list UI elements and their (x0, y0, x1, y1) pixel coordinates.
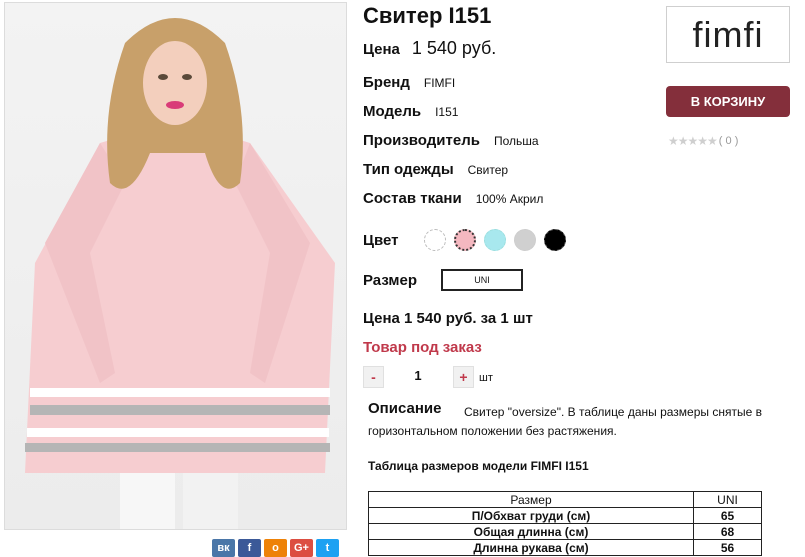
quantity-increase-button[interactable]: + (453, 366, 474, 388)
color-swatches (424, 229, 566, 251)
attribute-value: I151 (435, 105, 459, 119)
model-illustration (25, 18, 335, 529)
size-label: Размер (363, 272, 418, 289)
color-swatch-white[interactable] (424, 229, 446, 251)
color-swatch-grey[interactable] (514, 229, 536, 251)
price-label: Цена (363, 41, 400, 58)
twitter-icon[interactable]: t (316, 539, 339, 557)
quantity-decrease-button[interactable]: - (363, 366, 384, 388)
rating[interactable]: ★★★★★ ( 0 ) (668, 134, 738, 148)
color-swatch-pink[interactable] (454, 229, 476, 251)
facebook-icon[interactable]: f (238, 539, 261, 557)
brand-logo[interactable]: fimfi (666, 6, 790, 63)
table-cell: 68 (693, 523, 762, 540)
table-row: Длинна рукава (см) 56 (368, 539, 762, 556)
table-header-cell: UNI (693, 491, 762, 508)
social-share-bar: вк f о G+ t (212, 539, 339, 557)
table-cell: П/Обхват груди (см) (368, 507, 694, 524)
attribute-value: FIMFI (423, 76, 456, 90)
attribute-label: Бренд (363, 74, 410, 91)
table-cell: Длинна рукава (см) (368, 539, 694, 556)
attribute-value: 100% Акрил (475, 192, 544, 206)
quantity-value[interactable]: 1 (403, 368, 433, 383)
attribute-clothing-type: Тип одежды Свитер (363, 161, 508, 178)
table-header-row: Размер UNI (368, 491, 762, 508)
table-row: Общая длинна (см) 68 (368, 523, 762, 540)
description-text: Свитер "oversize". В таблице даны размер… (368, 405, 762, 438)
table-cell: 65 (693, 507, 762, 524)
attribute-value: Свитер (467, 163, 509, 177)
color-label: Цвет (363, 232, 399, 249)
attribute-brand: Бренд FIMFI (363, 74, 455, 91)
attribute-fabric: Состав ткани 100% Акрил (363, 190, 543, 207)
attribute-label: Модель (363, 103, 422, 120)
attribute-value: Польша (493, 134, 539, 148)
price-row: Цена 1 540 руб. (363, 38, 496, 59)
table-header-cell: Размер (368, 491, 694, 508)
size-table: Размер UNI П/Обхват груди (см) 65 Общая … (368, 491, 762, 556)
color-swatch-light-blue[interactable] (484, 229, 506, 251)
availability-status: Товар под заказ (363, 339, 482, 356)
color-swatch-black[interactable] (544, 229, 566, 251)
price-value: 1 540 руб. (411, 38, 497, 58)
odnoklassniki-icon[interactable]: о (264, 539, 287, 557)
unit-price: Цена 1 540 руб. за 1 шт (363, 310, 533, 327)
table-row: П/Обхват груди (см) 65 (368, 507, 762, 524)
rating-count: ( 0 ) (718, 135, 739, 147)
table-cell: 56 (693, 539, 762, 556)
attribute-manufacturer: Производитель Польша (363, 132, 539, 149)
google-plus-icon[interactable]: G+ (290, 539, 313, 557)
attribute-label: Состав ткани (363, 190, 462, 207)
rating-stars-icon[interactable]: ★★★★★ (668, 134, 718, 148)
table-cell: Общая длинна (см) (368, 523, 694, 540)
attribute-label: Тип одежды (363, 161, 454, 178)
product-title: Свитер I151 (363, 3, 492, 28)
attribute-label: Производитель (363, 132, 480, 149)
quantity-unit: шт (479, 372, 493, 384)
add-to-cart-button[interactable]: В КОРЗИНУ (666, 86, 790, 117)
size-table-title: Таблица размеров модели FIMFI I151 (368, 459, 589, 473)
product-photo[interactable] (4, 2, 347, 530)
vk-icon[interactable]: вк (212, 539, 235, 557)
attribute-model: Модель I151 (363, 103, 458, 120)
size-option-uni[interactable]: UNI (441, 269, 523, 291)
